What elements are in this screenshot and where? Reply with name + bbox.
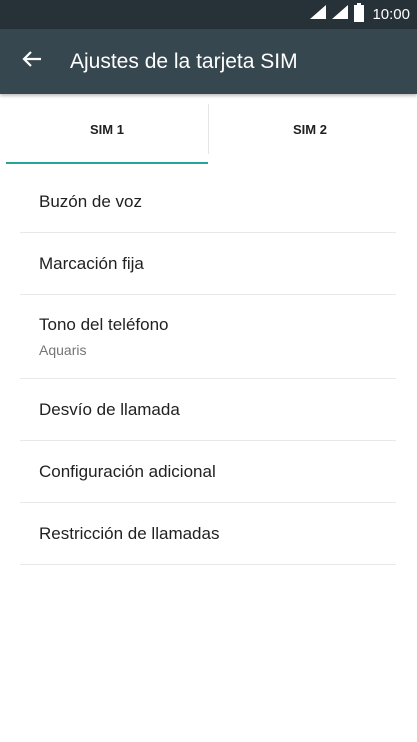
arrow-back-icon bbox=[22, 50, 42, 73]
setting-voicemail[interactable]: Buzón de voz bbox=[20, 171, 396, 233]
setting-title: Marcación fija bbox=[39, 254, 144, 273]
tab-sim-1[interactable]: SIM 1 bbox=[6, 94, 208, 165]
setting-additional-config[interactable]: Configuración adicional bbox=[20, 441, 396, 503]
setting-title: Configuración adicional bbox=[39, 462, 216, 481]
setting-title: Desvío de llamada bbox=[39, 400, 180, 419]
tab-bar: SIM 1 SIM 2 bbox=[0, 94, 417, 165]
battery-icon bbox=[353, 2, 365, 27]
status-icons: 10:00 bbox=[309, 0, 410, 29]
setting-title: Buzón de voz bbox=[39, 192, 143, 211]
setting-fixed-dialing[interactable]: Marcación fija bbox=[20, 233, 396, 295]
tab-label: SIM 1 bbox=[90, 122, 124, 137]
app-bar: Ajustes de la tarjeta SIM bbox=[0, 29, 417, 94]
signal-icon bbox=[309, 4, 327, 25]
back-button[interactable] bbox=[12, 41, 52, 81]
tab-sim-2[interactable]: SIM 2 bbox=[209, 94, 411, 165]
setting-call-forwarding[interactable]: Desvío de llamada bbox=[20, 379, 396, 441]
setting-subtitle: Aquaris bbox=[39, 342, 87, 358]
setting-title: Tono del teléfono bbox=[39, 315, 169, 334]
page-title: Ajustes de la tarjeta SIM bbox=[70, 50, 298, 73]
tab-label: SIM 2 bbox=[293, 122, 327, 137]
setting-ringtone[interactable]: Tono del teléfono Aquaris bbox=[20, 295, 396, 379]
setting-title: Restricción de llamadas bbox=[39, 524, 220, 543]
setting-call-barring[interactable]: Restricción de llamadas bbox=[20, 503, 396, 565]
signal-icon bbox=[331, 4, 349, 25]
status-bar: 10:00 bbox=[0, 0, 417, 29]
settings-list: Buzón de voz Marcación fija Tono del tel… bbox=[20, 171, 396, 565]
status-time: 10:00 bbox=[372, 6, 410, 23]
tab-indicator bbox=[6, 162, 208, 164]
